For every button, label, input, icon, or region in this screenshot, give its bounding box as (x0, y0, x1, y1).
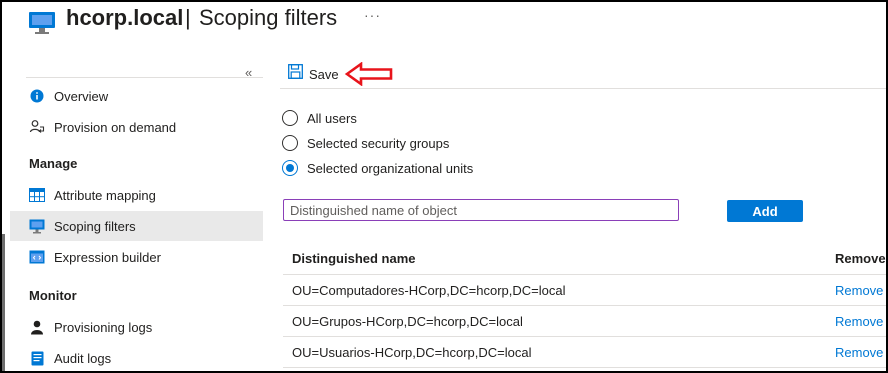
table-icon (28, 186, 46, 204)
remove-link[interactable]: Remove (835, 314, 883, 329)
sidebar-item-label: Overview (54, 88, 109, 104)
table-row: OU=Grupos-HCorp,DC=hcorp,DC=local Remove (283, 306, 886, 337)
save-button[interactable]: Save (288, 64, 339, 84)
radio-selected-organizational-units[interactable]: Selected organizational units (282, 160, 473, 176)
page-subtitle: Scoping filters (199, 5, 338, 30)
save-icon (288, 64, 303, 84)
person-sync-icon (28, 118, 46, 136)
radio-circle (282, 110, 298, 126)
page-title: hcorp.local (66, 5, 184, 30)
radio-selected-security-groups[interactable]: Selected security groups (282, 135, 449, 151)
sidebar-item-provision-on-demand[interactable]: Provision on demand (10, 112, 263, 142)
distinguished-name-cell: OU=Computadores-HCorp,DC=hcorp,DC=local (292, 283, 566, 298)
table-row: OU=Computadores-HCorp,DC=hcorp,DC=local … (283, 275, 886, 306)
page-header: hcorp.local | Scoping filters ··· (2, 2, 886, 42)
info-icon (28, 87, 46, 105)
code-window-icon (28, 248, 46, 266)
sidebar-item-overview[interactable]: Overview (10, 81, 263, 111)
table-header: Distinguished name Remove (283, 242, 886, 275)
save-label: Save (309, 66, 339, 82)
radio-circle-checked (282, 160, 298, 176)
monitor-icon (28, 217, 46, 235)
sidebar-item-scoping-filters[interactable]: Scoping filters (10, 211, 263, 241)
sidebar-item-expression-builder[interactable]: Expression builder (10, 242, 263, 272)
window-frame: hcorp.local | Scoping filters ··· « Over… (0, 0, 888, 373)
sidebar-item-label: Scoping filters (54, 218, 136, 234)
distinguished-name-cell: OU=Grupos-HCorp,DC=hcorp,DC=local (292, 314, 523, 329)
radio-circle (282, 135, 298, 151)
annotation-arrow-icon (344, 62, 393, 86)
log-icon (28, 349, 46, 367)
sidebar-item-attribute-mapping[interactable]: Attribute mapping (10, 180, 263, 210)
radio-label: Selected organizational units (307, 160, 474, 176)
sidebar-item-label: Provisioning logs (54, 319, 153, 335)
table-row: OU=Usuarios-HCorp,DC=hcorp,DC=local Remo… (283, 337, 886, 368)
scroll-indicator (2, 234, 5, 371)
radio-all-users[interactable]: All users (282, 110, 357, 126)
toolbar-divider (280, 88, 886, 89)
sidebar: « Overview Provision on demand Manage At… (2, 60, 264, 371)
sidebar-item-label: Attribute mapping (54, 187, 156, 203)
virtual-machine-icon (29, 12, 55, 34)
section-label-monitor: Monitor (29, 288, 77, 303)
sidebar-item-label: Expression builder (54, 249, 161, 265)
sidebar-item-provisioning-logs[interactable]: Provisioning logs (10, 312, 263, 342)
sidebar-item-label: Audit logs (54, 350, 112, 366)
column-header-remove: Remove (835, 251, 886, 266)
sidebar-item-label: Provision on demand (54, 119, 177, 135)
distinguished-name-input[interactable] (283, 199, 679, 221)
remove-link[interactable]: Remove (835, 283, 883, 298)
section-label-manage: Manage (29, 156, 78, 171)
sidebar-item-audit-logs[interactable]: Audit logs (10, 343, 263, 371)
column-header-distinguished-name: Distinguished name (292, 251, 416, 266)
main-content: Save All users Selected security groups … (280, 60, 886, 371)
sidebar-divider (26, 77, 263, 78)
add-button[interactable]: Add (727, 200, 803, 222)
distinguished-name-cell: OU=Usuarios-HCorp,DC=hcorp,DC=local (292, 345, 532, 360)
person-icon (28, 318, 46, 336)
radio-label: Selected security groups (307, 135, 450, 151)
title-separator: | (185, 5, 191, 30)
remove-link[interactable]: Remove (835, 345, 883, 360)
radio-label: All users (307, 110, 357, 126)
more-options-button[interactable]: ··· (364, 7, 381, 23)
